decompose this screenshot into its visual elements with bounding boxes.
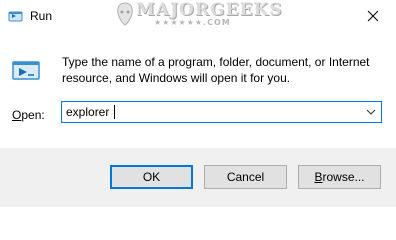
dialog-footer: OK Cancel Browse... <box>0 148 396 207</box>
run-dialog-icon <box>10 54 42 86</box>
window-title: Run <box>30 9 53 23</box>
browse-accel: B <box>314 170 323 184</box>
close-button[interactable] <box>350 0 396 32</box>
run-app-icon <box>8 8 24 24</box>
browse-button[interactable]: Browse... <box>298 165 381 189</box>
title-bar[interactable]: Run MAJORGEEKS ★★★★★★.COM <box>0 0 396 32</box>
dropdown-button[interactable] <box>363 102 379 122</box>
watermark-text: MAJORGEEKS <box>136 0 283 20</box>
open-input[interactable] <box>62 102 362 122</box>
dialog-body: Type the name of a program, folder, docu… <box>0 32 396 148</box>
browse-label: rowse... <box>322 170 365 184</box>
open-label-accel: O <box>12 108 22 122</box>
cancel-button[interactable]: Cancel <box>204 165 287 189</box>
watermark-icon <box>117 2 133 26</box>
watermark-logo: MAJORGEEKS ★★★★★★.COM <box>114 0 281 30</box>
text-caret <box>114 105 115 119</box>
open-combobox[interactable] <box>61 101 382 123</box>
chevron-down-icon <box>366 109 376 115</box>
dialog-description: Type the name of a program, folder, docu… <box>62 55 370 85</box>
watermark-subtext: ★★★★★★.COM <box>154 18 231 27</box>
open-label-text: pen: <box>21 108 45 122</box>
run-dialog-window: Run MAJORGEEKS ★★★★★★.COM Type the name … <box>0 0 396 207</box>
ok-button[interactable]: OK <box>110 165 193 189</box>
close-icon <box>367 10 379 22</box>
open-label: Open: <box>12 108 45 122</box>
